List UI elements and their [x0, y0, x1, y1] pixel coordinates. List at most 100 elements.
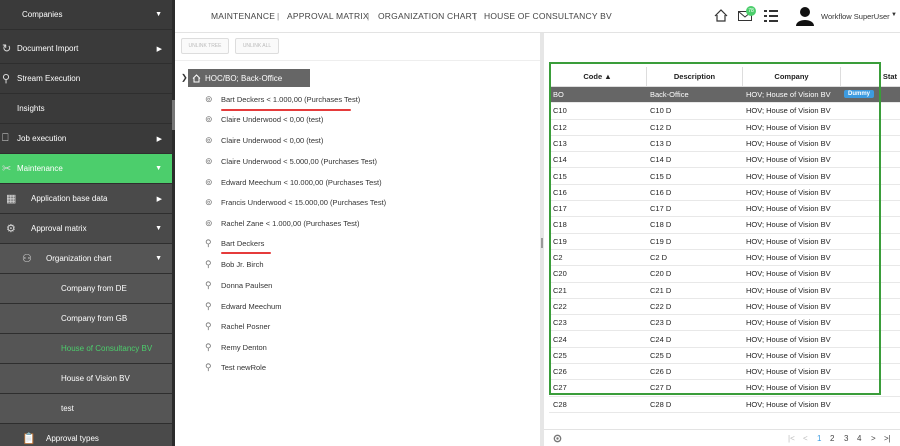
table-row[interactable]: C23 C23 D HOV; House of Vision BV: [549, 315, 900, 332]
next-page-button[interactable]: >: [871, 434, 876, 443]
sidebar-item-house-of-vision[interactable]: House of Vision BV: [0, 364, 172, 394]
sidebar-item-label: Company from GB: [61, 314, 128, 323]
table-row[interactable]: C19 C19 D HOV; House of Vision BV: [549, 234, 900, 250]
cell-description: C27 D: [650, 383, 672, 393]
user-icon: ⚲: [205, 320, 212, 331]
cell-description: C22 D: [650, 301, 672, 311]
breadcrumb-maintenance[interactable]: MAINTENANCE: [211, 11, 275, 21]
table-row[interactable]: C16 C16 D HOV; House of Vision BV: [549, 185, 900, 202]
tree-item-user[interactable]: ⚲ Bart Deckers: [205, 236, 264, 250]
breadcrumb-approval-matrix[interactable]: APPROVAL MATRIX: [287, 11, 369, 21]
table-row[interactable]: C14 C14 D HOV; House of Vision BV: [549, 152, 900, 169]
tree-item-rule[interactable]: ⊚ Claire Underwood < 5.000,00 (Purchases …: [205, 154, 377, 168]
cell-code: C22: [553, 301, 567, 311]
tree-item-rule[interactable]: ⊚ Edward Meechum < 10.000,00 (Purchases T…: [205, 175, 382, 189]
avatar[interactable]: [796, 6, 814, 26]
tree-item-user[interactable]: ⚲ Rachel Posner: [205, 319, 270, 333]
cell-description: C12 D: [650, 122, 672, 132]
breadcrumb-organization-chart[interactable]: ORGANIZATION CHART: [378, 11, 477, 21]
tree-item-rule[interactable]: ⊚ Claire Underwood < 0,00 (test): [205, 133, 323, 147]
column-header-company[interactable]: Company: [743, 67, 841, 87]
tree-root-label: HOC/BO; Back-Office: [205, 73, 283, 83]
job-icon: ⎕: [2, 132, 9, 144]
breadcrumb-house-of-consultancy[interactable]: HOUSE OF CONSULTANCY BV: [484, 11, 612, 21]
sidebar-item-test[interactable]: test: [0, 394, 172, 424]
table-row[interactable]: C22 C22 D HOV; House of Vision BV: [549, 299, 900, 316]
cell-company: HOV; House of Vision BV: [746, 399, 831, 409]
sidebar-item-job-execution[interactable]: ⎕ Job execution ▶: [0, 124, 172, 154]
cell-description: C21 D: [650, 285, 672, 295]
page-1-button[interactable]: 1: [817, 434, 821, 443]
sidebar-item-stream-execution[interactable]: ⚲ Stream Execution: [0, 64, 172, 94]
column-header-status[interactable]: Stat: [841, 67, 900, 87]
user-icon: ⚲: [205, 300, 212, 311]
table-row[interactable]: C10 C10 D HOV; House of Vision BV: [549, 103, 900, 120]
table-row[interactable]: C2 C2 D HOV; House of Vision BV: [549, 250, 900, 267]
table-row[interactable]: C13 C13 D HOV; House of Vision BV: [549, 136, 900, 153]
table-row[interactable]: BO Back-Office HOV; House of Vision BV Dumm…: [549, 87, 900, 104]
unlink-all-button[interactable]: UNLINK ALL: [235, 38, 279, 54]
sidebar-item-companies[interactable]: Companies ▼: [0, 0, 172, 30]
tree-item-user[interactable]: ⚲ Test newRole: [205, 360, 266, 374]
sidebar-item-application-base-data[interactable]: ▦ Application base data ▶: [0, 184, 172, 214]
page-2-button[interactable]: 2: [830, 434, 834, 443]
cell-description: C20 D: [650, 269, 672, 279]
rule-icon: ⊚: [205, 196, 213, 207]
page-3-button[interactable]: 3: [844, 434, 848, 443]
table-row[interactable]: C24 C24 D HOV; House of Vision BV: [549, 332, 900, 348]
tree-item-user[interactable]: ⚲ Bob Jr. Birch: [205, 257, 264, 271]
sidebar-item-approval-types[interactable]: 📋 Approval types: [0, 424, 172, 446]
tree-item-user[interactable]: ⚲ Edward Meechum: [205, 299, 281, 313]
table-row[interactable]: C17 C17 D HOV; House of Vision BV: [549, 201, 900, 218]
column-header-description[interactable]: Description: [647, 67, 743, 87]
cell-company: HOV; House of Vision BV: [746, 236, 831, 246]
home-icon[interactable]: [714, 9, 728, 22]
chevron-down-icon[interactable]: ▼: [891, 12, 897, 18]
table-row[interactable]: C27 C27 D HOV; House of Vision BV: [549, 380, 900, 397]
user-icon: ⚲: [205, 341, 212, 352]
last-page-button[interactable]: >|: [884, 434, 891, 443]
table-row[interactable]: C28 C28 D HOV; House of Vision BV: [549, 397, 900, 413]
table-row[interactable]: C21 C21 D HOV; House of Vision BV: [549, 283, 900, 299]
tree-root-node[interactable]: HOC/BO; Back-Office: [188, 69, 310, 87]
first-page-button[interactable]: |<: [788, 434, 795, 443]
table-row[interactable]: C15 C15 D HOV; House of Vision BV: [549, 169, 900, 185]
sidebar-item-maintenance[interactable]: ✂ Maintenance ▼: [0, 154, 172, 184]
cell-code: C17: [553, 204, 567, 214]
table-row[interactable]: C26 C26 D HOV; House of Vision BV: [549, 364, 900, 381]
tree-item-rule[interactable]: ⊚ Bart Deckers < 1.000,00 (Purchases Test…: [205, 92, 360, 106]
gear-icon[interactable]: [552, 433, 563, 444]
sidebar-item-company-from-gb[interactable]: Company from GB: [0, 304, 172, 334]
tasks-icon[interactable]: [764, 10, 778, 22]
page-4-button[interactable]: 4: [857, 434, 861, 443]
table-row[interactable]: C20 C20 D HOV; House of Vision BV: [549, 266, 900, 283]
cell-company: HOV; House of Vision BV: [746, 334, 831, 344]
tree-item-rule[interactable]: ⊚ Claire Underwood < 0,00 (test): [205, 112, 323, 126]
sidebar-item-label: Companies: [22, 10, 63, 19]
cell-code: C19: [553, 236, 567, 246]
tree-item-rule[interactable]: ⊚ Francis Underwood < 15.000,00 (Purchase…: [205, 195, 386, 209]
unlink-tree-button[interactable]: UNLINK TREE: [181, 38, 229, 54]
table-row[interactable]: C25 C25 D HOV; House of Vision BV: [549, 348, 900, 365]
column-header-code[interactable]: Code ▲: [549, 67, 647, 87]
table-row[interactable]: C18 C18 D HOV; House of Vision BV: [549, 217, 900, 234]
cell-code: C2: [553, 253, 563, 262]
tree-item-label: Rachel Zane < 1.000,00 (Purchases Test): [221, 218, 360, 228]
tree-item-user[interactable]: ⚲ Donna Paulsen: [205, 278, 272, 292]
splitter-grip[interactable]: [541, 238, 543, 248]
sidebar-item-approval-matrix[interactable]: ⚙ Approval matrix ▼: [0, 214, 172, 244]
sidebar-item-company-from-de[interactable]: Company from DE: [0, 274, 172, 304]
prev-page-button[interactable]: <: [803, 434, 808, 443]
tree-item-user[interactable]: ⚲ Remy Denton: [205, 340, 267, 354]
sidebar-item-house-of-consultancy[interactable]: House of Consultancy BV: [0, 334, 172, 364]
sidebar-item-document-import[interactable]: ↻ Document Import ▶: [0, 34, 172, 64]
sidebar-item-insights[interactable]: Insights: [0, 94, 172, 124]
user-name[interactable]: Workflow SuperUser: [821, 12, 890, 21]
tree-item-rule[interactable]: ⊚ Rachel Zane < 1.000,00 (Purchases Test): [205, 216, 359, 230]
table-row[interactable]: C12 C12 D HOV; House of Vision BV: [549, 120, 900, 136]
sidebar-item-organization-chart[interactable]: ⚇ Organization chart ▼: [0, 244, 172, 274]
cell-code: C21: [553, 285, 567, 295]
cell-company: HOV; House of Vision BV: [746, 106, 831, 116]
collapse-icon[interactable]: ❯: [181, 73, 188, 82]
red-underline: [221, 109, 351, 111]
